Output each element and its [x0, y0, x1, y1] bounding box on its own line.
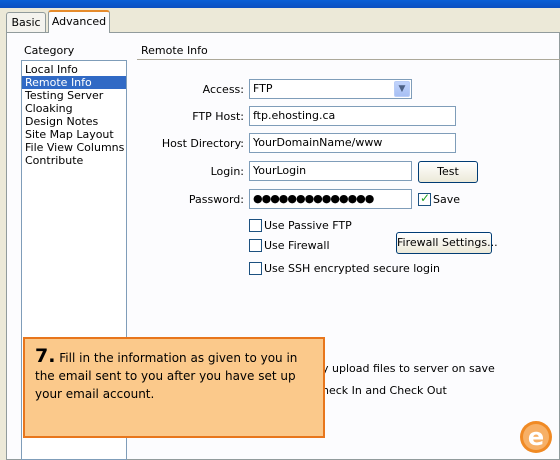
section-title: Remote Info: [141, 44, 208, 57]
instruction-text: Fill in the information as given to you …: [35, 351, 298, 401]
save-checkbox[interactable]: ✓: [418, 191, 431, 206]
checkin-checkout-option[interactable]: heck In and Check Out: [322, 384, 447, 397]
ssh-checkbox[interactable]: [249, 262, 262, 275]
ssh-label: Use SSH encrypted secure login: [264, 262, 440, 275]
instruction-callout: 7. Fill in the information as given to y…: [23, 337, 325, 438]
access-value: FTP: [253, 82, 273, 95]
access-label: Access:: [202, 83, 244, 96]
tab-basic[interactable]: Basic: [6, 12, 46, 32]
save-label: Save: [433, 193, 461, 206]
passive-ftp-checkbox[interactable]: [249, 219, 262, 232]
passive-ftp-label: Use Passive FTP: [264, 219, 352, 232]
firewall-label: Use Firewall: [264, 239, 330, 252]
access-select[interactable]: FTP ▼: [249, 79, 412, 99]
e-logo-icon: e: [520, 421, 552, 453]
step-number: 7.: [35, 345, 56, 367]
login-input[interactable]: YourLogin: [249, 161, 412, 181]
window-title-bar: [0, 0, 560, 8]
logo-letter: e: [528, 423, 544, 451]
category-item-design-notes[interactable]: Design Notes: [22, 115, 126, 128]
category-item-cloaking[interactable]: Cloaking: [22, 102, 126, 115]
section-divider: [137, 59, 560, 60]
auto-upload-option[interactable]: y upload files to server on save: [322, 362, 495, 375]
category-item-testing-server[interactable]: Testing Server: [22, 89, 126, 102]
category-item-site-map-layout[interactable]: Site Map Layout: [22, 128, 126, 141]
host-directory-input[interactable]: YourDomainName/www: [249, 133, 456, 153]
firewall-checkbox[interactable]: [249, 239, 262, 252]
checkmark-icon: ✓: [420, 191, 431, 205]
category-item-file-view-columns[interactable]: File View Columns: [22, 141, 126, 154]
firewall-settings-button[interactable]: Firewall Settings...: [396, 232, 498, 254]
category-item-remote-info[interactable]: Remote Info: [22, 76, 126, 89]
password-input[interactable]: ●●●●●●●●●●●●●●: [249, 189, 412, 209]
login-label: Login:: [210, 165, 244, 178]
ftp-host-input[interactable]: ftp.ehosting.ca: [249, 106, 456, 126]
ftp-host-label: FTP Host:: [192, 110, 244, 123]
category-label: Category: [24, 44, 75, 57]
category-item-contribute[interactable]: Contribute: [22, 154, 126, 167]
chevron-down-icon[interactable]: ▼: [394, 81, 410, 97]
test-button[interactable]: Test: [418, 161, 478, 183]
password-label: Password:: [188, 193, 244, 206]
tab-advanced[interactable]: Advanced: [48, 10, 110, 33]
category-item-local-info[interactable]: Local Info: [22, 63, 126, 76]
host-directory-label: Host Directory:: [161, 137, 244, 150]
